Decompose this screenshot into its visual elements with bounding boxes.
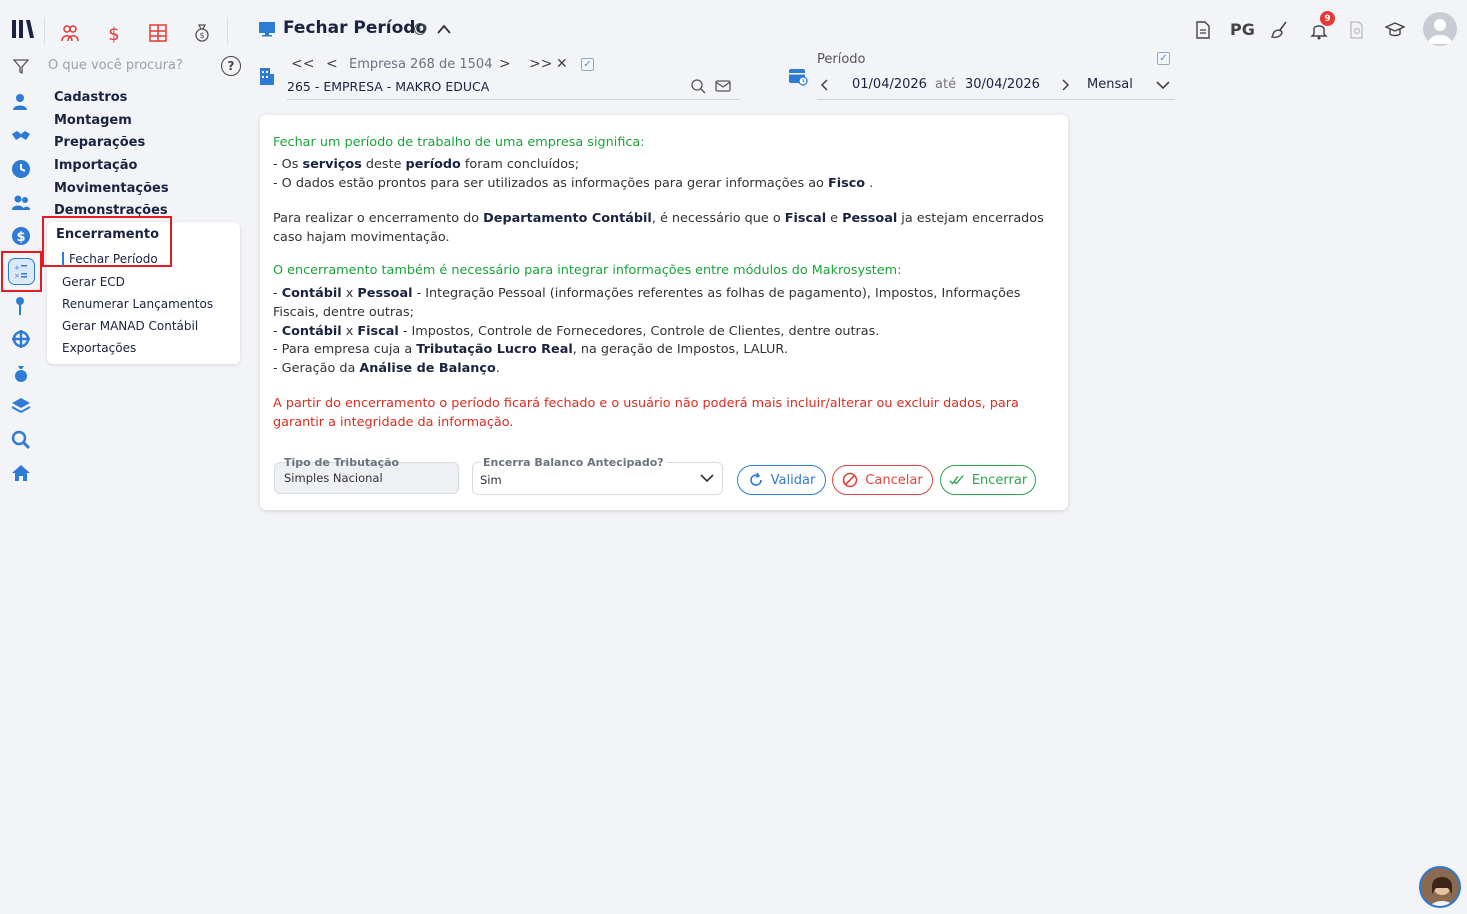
first-company-button[interactable]: <<: [291, 56, 314, 72]
integration-line-1: - Contábil x Pessoal - Integração Pessoa…: [273, 286, 1021, 320]
handshake-icon[interactable]: [9, 124, 33, 148]
side-menu: Cadastros Montagem Preparações Importaçã…: [54, 87, 169, 223]
next-period-icon[interactable]: [1059, 79, 1071, 91]
separator: [227, 18, 228, 44]
money-bag-icon[interactable]: [9, 361, 33, 385]
encerra-balanco-value[interactable]: Sim: [480, 473, 502, 487]
company-select[interactable]: 265 - EMPRESA - MAKRO EDUCA: [287, 79, 489, 94]
svg-text:$: $: [199, 31, 204, 40]
document-icon[interactable]: [1191, 18, 1215, 42]
menu-item-importacao[interactable]: Importação: [54, 155, 169, 178]
menu-item-preparacoes[interactable]: Preparações: [54, 132, 169, 155]
submenu-item-exportacoes[interactable]: Exportações: [62, 341, 136, 355]
cancel-icon: [843, 472, 858, 488]
submenu-item-renumerar[interactable]: Renumerar Lançamentos: [62, 297, 213, 311]
chevron-up-icon[interactable]: [436, 22, 452, 36]
cancelar-button[interactable]: Cancelar: [832, 465, 933, 495]
integration-title: O encerramento também é necessário para …: [273, 263, 902, 278]
requirement-paragraph: Para realizar o encerramento do Departam…: [273, 211, 1044, 245]
period-label: Período: [817, 52, 866, 67]
graduation-cap-icon[interactable]: [1383, 18, 1407, 42]
period-underline: [817, 99, 1175, 100]
submenu-item-gerar-ecd[interactable]: Gerar ECD: [62, 275, 125, 289]
submenu-item-manad[interactable]: Gerar MANAD Contábil: [62, 319, 198, 333]
encerrar-label: Encerrar: [971, 472, 1028, 488]
building-icon: [260, 68, 274, 85]
period-start[interactable]: 01/04/2026: [852, 77, 927, 92]
search-document-icon[interactable]: [1345, 18, 1369, 42]
pg-button[interactable]: PG: [1230, 20, 1255, 39]
submenu-item-fechar-periodo[interactable]: Fechar Período: [62, 252, 158, 266]
users-icon[interactable]: [9, 90, 33, 114]
validar-label: Validar: [770, 472, 816, 488]
prev-company-button[interactable]: <: [326, 56, 338, 72]
integration-line-2: - Contábil x Fiscal - Impostos, Controle…: [273, 324, 880, 339]
svg-text:+: +: [14, 264, 20, 272]
spreadsheet-icon[interactable]: [147, 22, 169, 44]
close-company-button[interactable]: ✕: [556, 56, 568, 72]
dollar-icon[interactable]: $: [9, 224, 33, 248]
period-end[interactable]: 30/04/2026: [965, 77, 1040, 92]
svg-text:×: ×: [14, 272, 20, 280]
tipo-tributacao-value: Simples Nacional: [284, 471, 383, 485]
layers-icon[interactable]: [9, 394, 33, 418]
encerra-balanco-label: Encerra Balanco Antecipado?: [481, 456, 666, 469]
search-icon[interactable]: [690, 78, 706, 94]
pin-icon[interactable]: [9, 294, 33, 318]
help-icon[interactable]: ?: [221, 56, 241, 76]
chevron-down-icon[interactable]: [1156, 80, 1170, 90]
period-checkbox[interactable]: ✓: [1157, 52, 1170, 65]
info-icon[interactable]: i: [414, 23, 426, 35]
prev-period-icon[interactable]: [819, 79, 831, 91]
period-ate-label: até: [935, 77, 957, 92]
double-check-icon: [949, 475, 964, 485]
assistant-avatar[interactable]: [1419, 866, 1461, 908]
mail-icon[interactable]: [715, 78, 731, 94]
company-underline: [287, 99, 740, 100]
chevron-down-icon[interactable]: [700, 472, 714, 484]
refresh-icon: [749, 472, 762, 486]
notification-badge: 9: [1320, 11, 1335, 26]
encerrar-button[interactable]: Encerrar: [940, 465, 1036, 495]
search-input[interactable]: O que você procura?: [48, 58, 183, 73]
network-icon[interactable]: [9, 327, 33, 351]
integration-line-3: - Para empresa cuja a Tributação Lucro R…: [273, 342, 788, 357]
menu-item-montagem[interactable]: Montagem: [54, 110, 169, 133]
svg-text:$: $: [108, 24, 119, 43]
avatar[interactable]: [1423, 12, 1457, 46]
people-outline-icon[interactable]: [59, 22, 81, 44]
company-checkbox[interactable]: ✓: [581, 58, 594, 71]
next-company-button[interactable]: >: [499, 56, 511, 72]
clock-icon[interactable]: [9, 157, 33, 181]
company-counter: Empresa 268 de 1504: [349, 57, 493, 72]
separator: [44, 18, 45, 44]
page-title: Fechar Período: [283, 18, 428, 38]
intro-line-2: - O dados estão prontos para ser utiliza…: [273, 176, 874, 191]
menu-item-cadastros[interactable]: Cadastros: [54, 87, 169, 110]
monitor-icon: [259, 22, 275, 37]
cancelar-label: Cancelar: [865, 472, 923, 488]
menu-item-movimentacoes[interactable]: Movimentações: [54, 178, 169, 201]
left-icon-rail: $ + ×: [0, 0, 44, 914]
period-type-select[interactable]: Mensal: [1087, 77, 1133, 92]
home-icon[interactable]: [9, 461, 33, 485]
tipo-tributacao-label: Tipo de Tributação: [284, 456, 400, 469]
calendar-icon: [789, 69, 808, 86]
intro-line-1: - Os serviços deste período foram conclu…: [273, 157, 580, 172]
svg-text:$: $: [16, 230, 25, 245]
people-icon[interactable]: [9, 191, 33, 215]
dollar-quick-icon[interactable]: $: [103, 22, 125, 44]
bag-quick-icon[interactable]: $: [191, 22, 213, 44]
makro-logo[interactable]: [11, 17, 35, 41]
calculator-icon: + ×: [8, 258, 35, 285]
search-icon[interactable]: [9, 428, 33, 452]
intro-title: Fechar um período de trabalho de uma emp…: [273, 135, 645, 150]
last-company-button[interactable]: >>: [529, 56, 552, 72]
validar-button[interactable]: Validar: [737, 465, 826, 495]
integration-line-4: - Geração da Análise de Balanço.: [273, 361, 500, 376]
rail-item-contabil-highlight[interactable]: + ×: [1, 251, 42, 292]
filter-icon[interactable]: [12, 57, 30, 75]
broom-icon[interactable]: [1268, 18, 1292, 42]
warning-text: A partir do encerramento o período ficar…: [273, 396, 1019, 430]
